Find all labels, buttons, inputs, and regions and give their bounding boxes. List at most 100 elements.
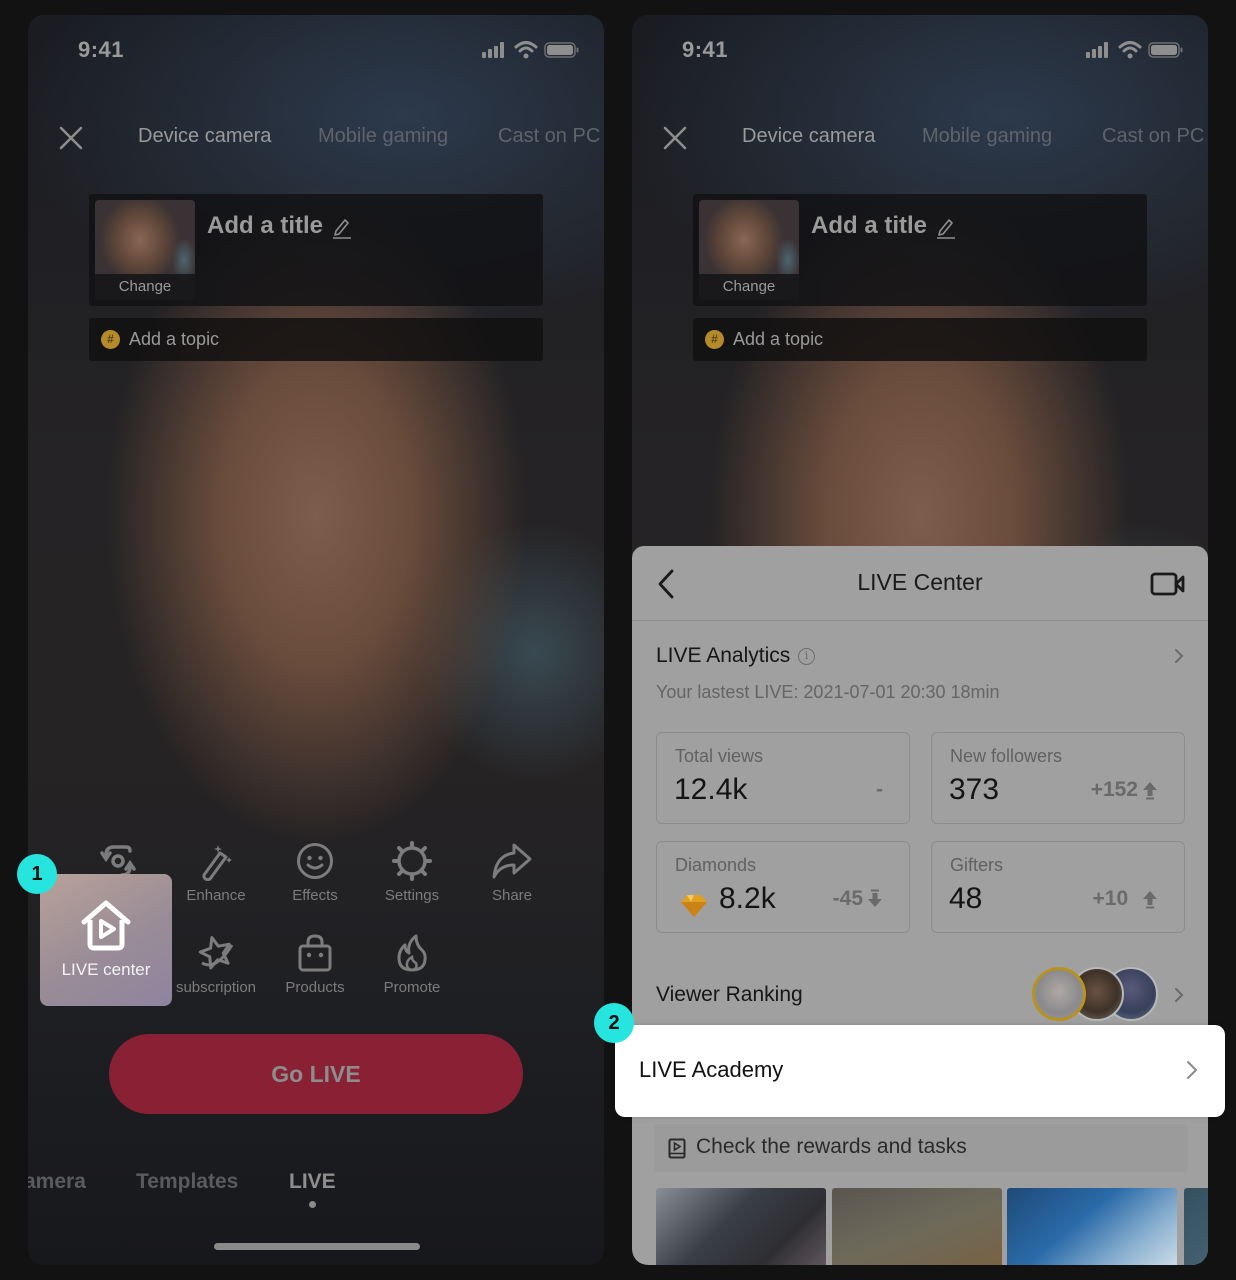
change-cover-button[interactable]: Change xyxy=(699,274,799,300)
tab-device-camera[interactable]: Device camera xyxy=(138,125,271,148)
academy-video-thumbnail[interactable] xyxy=(1184,1188,1208,1265)
stat-delta: - xyxy=(876,778,883,801)
tab-device-camera[interactable]: Device camera xyxy=(742,125,875,148)
live-academy-row[interactable]: LIVE Academy xyxy=(615,1025,1225,1117)
status-bar: 9:41 xyxy=(28,37,604,63)
change-cover-button[interactable]: Change xyxy=(95,274,195,300)
stat-label: New followers xyxy=(950,746,1063,766)
diamond-icon xyxy=(681,895,707,917)
tab-cast-on-pc[interactable]: Cast on PC xyxy=(498,125,600,148)
tab-mobile-gaming[interactable]: Mobile gaming xyxy=(922,125,1052,148)
topic-label: Add a topic xyxy=(733,329,824,349)
stat-gifters: Gifters 48 +10 xyxy=(931,841,1185,933)
active-tab-indicator xyxy=(309,1201,316,1208)
cover-image[interactable]: Change xyxy=(699,200,799,300)
live-center-sheet: LIVE Center LIVE Analytics i Your lastes… xyxy=(632,546,1208,1265)
status-bar: 9:41 xyxy=(632,37,1208,63)
bottom-tab-camera[interactable]: amera xyxy=(28,1170,86,1194)
stat-label: Total views xyxy=(675,746,764,766)
tool-label: Effects xyxy=(292,887,338,904)
status-time: 9:41 xyxy=(78,37,125,62)
magic-wand-icon xyxy=(202,845,232,881)
live-center-button[interactable]: LIVE center xyxy=(40,874,172,1006)
cover-image[interactable]: Change xyxy=(95,200,195,300)
close-icon[interactable] xyxy=(58,125,84,151)
sheet-title: LIVE Center xyxy=(857,569,983,595)
tool-subscription[interactable]: subscription xyxy=(166,933,266,996)
top-viewers-avatars xyxy=(1032,967,1162,1025)
stat-delta: -45 xyxy=(833,887,883,911)
tool-label: subscription xyxy=(175,979,257,996)
stat-new-followers: New followers 373 +152 xyxy=(931,732,1185,824)
video-camera-icon[interactable] xyxy=(1150,571,1186,597)
live-analytics-title: LIVE Analytics xyxy=(656,644,791,667)
home-play-icon xyxy=(81,900,131,951)
stat-delta: +152 xyxy=(1091,778,1158,802)
chevron-right-icon[interactable] xyxy=(1172,986,1186,1004)
stat-label: Gifters xyxy=(950,855,1004,875)
tool-settings[interactable]: Settings xyxy=(362,841,462,904)
step-badge-2: 2 xyxy=(594,1003,634,1043)
wifi-icon xyxy=(1118,41,1142,59)
live-title-card: Change Add a title xyxy=(693,194,1147,306)
star-icon xyxy=(198,936,234,970)
sheet-header: LIVE Center xyxy=(632,546,1208,621)
chevron-right-icon[interactable] xyxy=(1172,647,1186,665)
live-center-label: LIVE center xyxy=(61,960,151,979)
tool-label: Promote xyxy=(383,979,441,996)
bottom-tab-live[interactable]: LIVE xyxy=(289,1170,336,1194)
title-input[interactable]: Add a title xyxy=(207,212,323,240)
live-academy-label: LIVE Academy xyxy=(639,1057,784,1082)
arrow-down-icon xyxy=(868,889,882,907)
signal-icon xyxy=(1086,42,1108,58)
academy-video-thumbnail[interactable] xyxy=(1007,1188,1177,1265)
topic-label: Add a topic xyxy=(129,329,220,349)
step-badge-1: 1 xyxy=(17,854,57,894)
stat-value: 373 xyxy=(949,773,1000,806)
add-topic-button[interactable]: # Add a topic xyxy=(693,318,1147,361)
live-title-card: Change Add a title xyxy=(89,194,543,306)
academy-video-thumbnail[interactable] xyxy=(656,1188,826,1265)
add-topic-button[interactable]: # Add a topic xyxy=(89,318,543,361)
stat-value: 48 xyxy=(949,882,983,915)
stat-value: 8.2k xyxy=(719,882,776,915)
go-live-button[interactable]: Go LIVE xyxy=(109,1034,523,1114)
hashtag-icon: # xyxy=(101,330,120,349)
rewards-label: Check the rewards and tasks xyxy=(696,1135,967,1158)
chevron-right-icon xyxy=(1187,1061,1198,1079)
tool-promote[interactable]: Promote xyxy=(362,933,462,996)
tool-enhance[interactable]: Enhance xyxy=(166,841,266,904)
tool-share[interactable]: Share xyxy=(462,841,562,904)
wifi-icon xyxy=(514,41,538,59)
tab-mobile-gaming[interactable]: Mobile gaming xyxy=(318,125,448,148)
shopping-bag-icon xyxy=(298,934,332,972)
stat-diamonds: Diamonds 8.2k -45 xyxy=(656,841,910,933)
tool-label: Settings xyxy=(384,887,440,904)
info-icon[interactable]: i xyxy=(798,648,815,665)
home-indicator[interactable] xyxy=(214,1243,420,1250)
tool-products[interactable]: Products xyxy=(265,933,365,996)
arrow-up-icon xyxy=(1143,782,1157,800)
arrow-up-icon xyxy=(1143,891,1157,909)
bottom-tab-templates[interactable]: Templates xyxy=(136,1170,238,1194)
tool-label: Share xyxy=(491,887,533,904)
signal-icon xyxy=(482,42,504,58)
academy-video-thumbnail[interactable] xyxy=(832,1188,1002,1265)
tab-cast-on-pc[interactable]: Cast on PC xyxy=(1102,125,1204,148)
rewards-tasks-link[interactable]: Check the rewards and tasks xyxy=(654,1124,1188,1172)
stat-total-views: Total views 12.4k - xyxy=(656,732,910,824)
source-tabs: Device camera Mobile gaming Cast on PC xyxy=(28,123,604,157)
pencil-icon[interactable] xyxy=(935,216,957,240)
tool-effects[interactable]: Effects xyxy=(265,841,365,904)
stat-delta: +10 xyxy=(1093,887,1158,911)
tool-label: Enhance xyxy=(186,887,246,904)
title-input[interactable]: Add a title xyxy=(811,212,927,240)
stat-value: 12.4k xyxy=(674,773,748,806)
close-icon[interactable] xyxy=(662,125,688,151)
smiley-icon xyxy=(297,843,333,879)
battery-icon xyxy=(544,42,579,58)
pencil-icon[interactable] xyxy=(331,216,353,240)
tool-label: Products xyxy=(285,979,345,996)
source-tabs: Device camera Mobile gaming Cast on PC xyxy=(632,123,1208,157)
hashtag-icon: # xyxy=(705,330,724,349)
